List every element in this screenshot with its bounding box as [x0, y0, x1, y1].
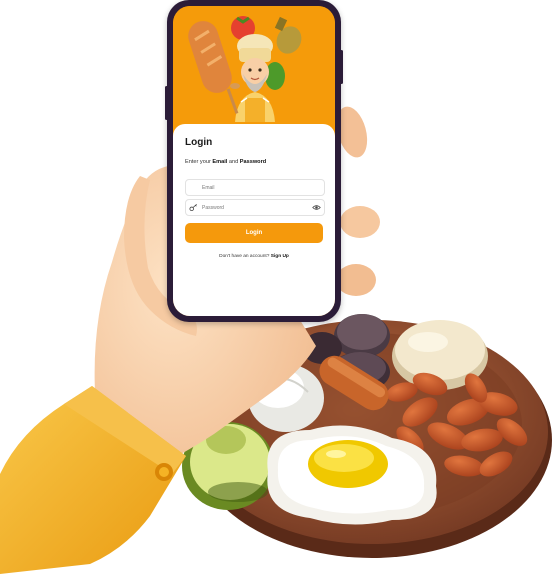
key-icon: [189, 204, 197, 212]
signup-prompt: Don't have an account? Sign Up: [173, 254, 335, 259]
login-card: Login Enter your Email and Password Emai…: [173, 124, 335, 316]
no-account-text: Don't have an account?: [219, 254, 271, 259]
phone-mockup: Login Enter your Email and Password Emai…: [165, 0, 343, 322]
eye-icon[interactable]: [312, 203, 321, 212]
login-title: Login: [185, 137, 213, 148]
subtitle-prefix: Enter your: [185, 159, 213, 165]
email-field[interactable]: [185, 179, 325, 196]
phone-side-button: [165, 86, 168, 120]
promo-illustration: Login Enter your Email and Password Emai…: [0, 0, 552, 574]
login-subtitle: Enter your Email and Password: [185, 159, 266, 165]
login-button[interactable]: Login: [185, 223, 323, 243]
chef-hero-banner: [173, 6, 335, 134]
signup-link[interactable]: Sign Up: [271, 254, 289, 259]
chef-mascot-illustration: [188, 16, 302, 122]
phone-screen: Login Enter your Email and Password Emai…: [173, 6, 335, 316]
phone-side-button: [340, 50, 343, 84]
subtitle-password: Password: [239, 159, 267, 165]
password-input[interactable]: [202, 200, 302, 215]
email-input[interactable]: [202, 180, 302, 195]
subtitle-and: and: [227, 159, 240, 165]
subtitle-email: Email: [212, 159, 228, 165]
password-field[interactable]: [185, 199, 325, 216]
